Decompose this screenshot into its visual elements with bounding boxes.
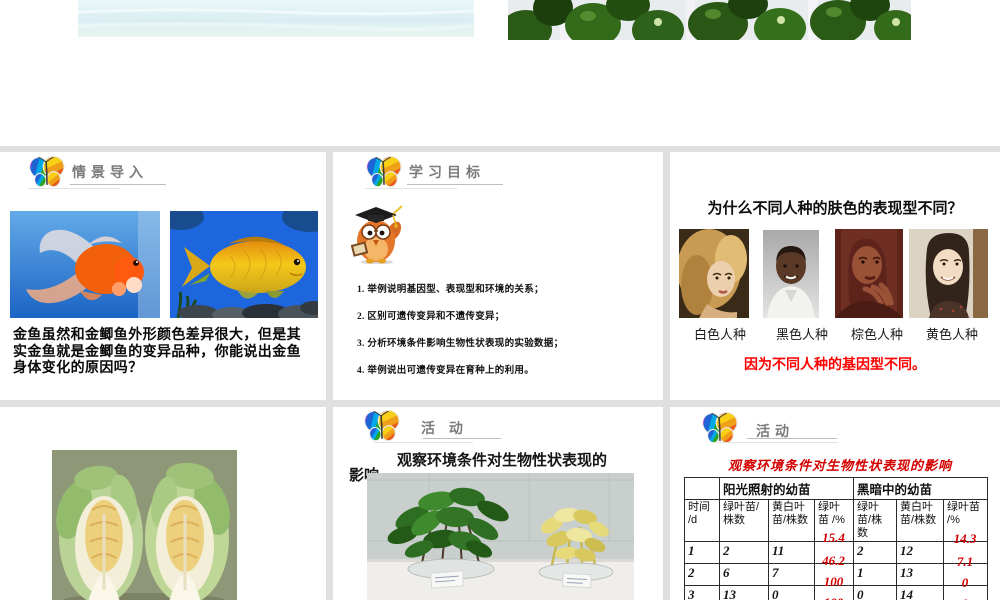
cell-time: 1 bbox=[684, 541, 720, 564]
cell-sun-yellow: 0 bbox=[768, 585, 815, 600]
sun-green-percentage: 100 bbox=[814, 595, 853, 600]
col-header: 黄白叶苗/株数 bbox=[896, 499, 945, 542]
cell-dark-green: 2 bbox=[853, 541, 898, 564]
cell-dark-green: 1 bbox=[853, 563, 898, 586]
goal-item: 3. 分析环境条件影响生物性状表现的实验数据； bbox=[357, 339, 564, 349]
activity-title-line1: 观察环境条件对生物性状表现的 bbox=[397, 452, 608, 469]
question-title: 为什么不同人种的肤色的表现型不同？ bbox=[707, 200, 963, 217]
cell-sun-green: 6 bbox=[719, 563, 769, 586]
table-title: 观察环境条件对生物性状表现的影响 bbox=[728, 458, 953, 473]
dark-green-percentage: 14.3 bbox=[953, 531, 977, 546]
butterfly-logo-icon bbox=[701, 412, 739, 445]
sun-green-percentage: 46.2 bbox=[822, 553, 845, 568]
slide-learning-goals[interactable]: 学习目标 1. 举例说明基因型、表现型和环境的关系； 2. 区别可遗传变异和不遗… bbox=[333, 152, 663, 400]
header-underline bbox=[407, 184, 503, 185]
cell-dark-yellow: 13 bbox=[896, 563, 945, 586]
cell-time: 2 bbox=[684, 563, 720, 586]
sky-photo-bottom-edge bbox=[78, 0, 474, 37]
group-header-dark: 黑暗中的幼苗 bbox=[853, 477, 989, 500]
corner-cell bbox=[684, 477, 720, 500]
header-underline bbox=[70, 184, 166, 185]
col-header: 绿叶苗/株数 bbox=[719, 499, 769, 542]
goal-item: 4. 举例说出可遗传变异在育种上的利用。 bbox=[357, 366, 535, 376]
slide-preview-grid: 情景导入 金鱼虽然和金鲫鱼外形颜色差异很大，但是其 实金鱼就是金鲫鱼的变异品种，… bbox=[0, 0, 1000, 600]
brown-race-portrait bbox=[835, 229, 903, 318]
caption-line: 实金鱼就是金鲫鱼的变异品种，你能说出金鱼 bbox=[13, 344, 301, 360]
owl-teacher-clipart bbox=[347, 202, 405, 264]
col-header: 时间 /d bbox=[684, 499, 720, 542]
goal-item: 2. 区别可遗传变异和不遗传变异； bbox=[357, 312, 505, 322]
race-label: 棕色人种 bbox=[851, 327, 904, 342]
sun-green-percentage: 15.4 bbox=[822, 530, 845, 545]
sun-green-percentage: 100 bbox=[823, 574, 844, 589]
cell-sun-yellow: 11 bbox=[768, 541, 815, 564]
butterfly-logo-icon bbox=[28, 156, 66, 189]
header-underline bbox=[718, 442, 838, 443]
slide-scenario-intro[interactable]: 情景导入 金鱼虽然和金鲫鱼外形颜色差异很大，但是其 实金鱼就是金鲫鱼的变异品种，… bbox=[0, 152, 326, 400]
header-underline bbox=[365, 188, 457, 189]
race-label: 白色人种 bbox=[694, 327, 747, 342]
column-divider bbox=[663, 146, 670, 600]
col-header: 绿叶苗/株数 bbox=[853, 499, 898, 542]
slide-skin-colour[interactable]: 为什么不同人种的肤色的表现型不同？ 白色人种 黑色人种 棕色人种 黄色人种 因为… bbox=[670, 152, 1000, 400]
caption-line: 身体变化的原因吗？ bbox=[13, 361, 143, 376]
yellow-race-portrait bbox=[909, 229, 988, 318]
header-underline bbox=[747, 438, 837, 439]
slide-activity-table[interactable]: 活动 观察环境条件对生物性状表现的影响 阳光照射的幼苗 黑暗中的幼苗 时间 /d… bbox=[670, 407, 1000, 600]
white-race-portrait bbox=[679, 229, 749, 318]
black-race-portrait bbox=[763, 230, 819, 318]
cell-time: 3 bbox=[684, 585, 720, 600]
cell-dark-green: 0 bbox=[853, 585, 898, 600]
header-underline bbox=[28, 188, 120, 189]
caption-line: 金鱼虽然和金鲫鱼外形颜色差异很大，但是其 bbox=[13, 328, 301, 343]
seedlings-light-dark-photo bbox=[367, 473, 634, 600]
cell-sun-yellow: 7 bbox=[768, 563, 815, 586]
dark-green-percentage: 0 bbox=[961, 575, 969, 590]
race-label: 黄色人种 bbox=[926, 327, 979, 342]
golden-crucian-photo bbox=[170, 211, 318, 318]
header-underline bbox=[423, 438, 501, 439]
slide-header: 活 动 bbox=[421, 420, 468, 436]
dark-green-percentage: 7.1 bbox=[956, 554, 974, 569]
header-underline bbox=[373, 442, 473, 443]
cell-sun-green: 13 bbox=[719, 585, 769, 600]
slide-header: 学习目标 bbox=[409, 164, 485, 180]
slide-header: 情景导入 bbox=[72, 164, 148, 180]
row-divider bbox=[0, 400, 1000, 407]
col-header: 黄白叶苗/株数 bbox=[768, 499, 815, 542]
answer-text: 因为不同人种的基因型不同。 bbox=[744, 356, 926, 372]
butterfly-logo-icon bbox=[363, 410, 401, 443]
group-header-sunlight: 阳光照射的幼苗 bbox=[718, 477, 855, 500]
slide-activity-observation[interactable]: 活 动 观察环境条件对生物性状表现的 影响 bbox=[333, 407, 663, 600]
green-peppers-photo-bottom-edge bbox=[508, 0, 911, 40]
column-divider bbox=[326, 146, 333, 600]
goal-item: 1. 举例说明基因型、表现型和环境的关系； bbox=[357, 285, 544, 295]
race-label: 黑色人种 bbox=[776, 327, 829, 342]
dark-green-percentage: 0 bbox=[943, 596, 987, 600]
cell-dark-yellow: 12 bbox=[896, 541, 945, 564]
scenario-caption: 金鱼虽然和金鲫鱼外形颜色差异很大，但是其 实金鱼就是金鲫鱼的变异品种，你能说出金… bbox=[13, 328, 326, 378]
butterfly-logo-icon bbox=[365, 156, 403, 189]
cell-dark-yellow: 14 bbox=[896, 585, 945, 600]
fancy-goldfish-photo bbox=[10, 211, 160, 318]
slide-cabbage-photo[interactable] bbox=[0, 407, 326, 600]
cell-sun-green: 2 bbox=[719, 541, 769, 564]
cabbage-halves-photo bbox=[52, 450, 237, 600]
